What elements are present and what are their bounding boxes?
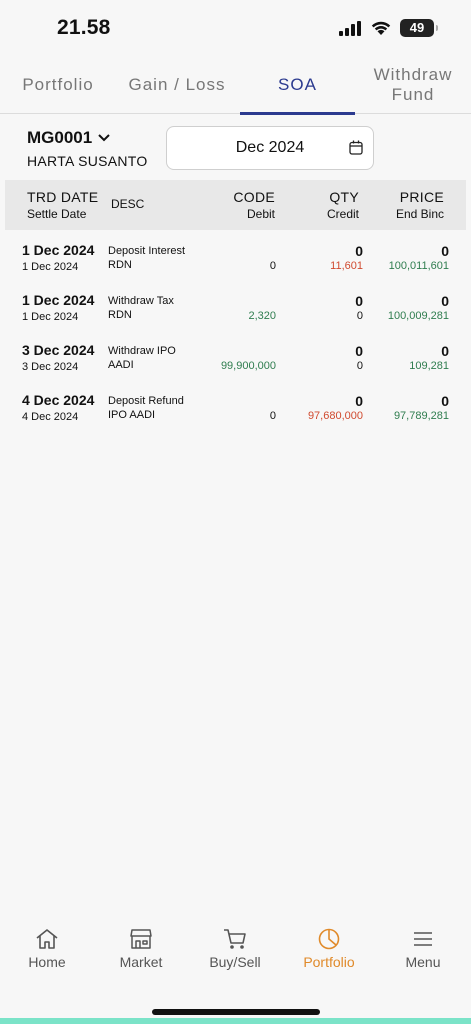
settle-date: 4 Dec 2024 xyxy=(22,411,79,423)
table-row[interactable]: 1 Dec 2024 1 Dec 2024 Withdraw Tax RDN 2,320… xyxy=(0,290,471,340)
date-filter[interactable]: Dec 2024 xyxy=(166,126,374,170)
tab-portfolio[interactable]: Portfolio xyxy=(10,56,106,113)
trd-date-cell: 3 Dec 2024 3 Dec 2024 xyxy=(22,342,94,373)
desc-line-1: Deposit Refund xyxy=(108,395,184,407)
tab-gain-loss[interactable]: Gain / Loss xyxy=(122,56,232,113)
end-balance-value: 100,009,281 xyxy=(387,310,449,322)
nav-portfolio[interactable]: Portfolio xyxy=(282,918,376,978)
pie-chart-icon xyxy=(318,928,340,950)
chevron-down-icon xyxy=(98,134,110,142)
account-code: MG0001 xyxy=(27,128,93,147)
tab-soa[interactable]: SOA xyxy=(240,56,355,115)
end-balance-value: 109,281 xyxy=(409,360,449,372)
qty-value: 0 xyxy=(355,293,363,309)
desc-cell: Withdraw IPO AADI xyxy=(108,344,176,372)
header-code: CODE Debit xyxy=(233,189,275,221)
price-value: 0 xyxy=(441,343,449,359)
nav-buy-sell[interactable]: Buy/Sell xyxy=(188,918,282,978)
debit-value: 2,320 xyxy=(248,310,276,322)
tab-bar: Portfolio Gain / Loss SOA Withdraw Fund xyxy=(0,56,471,115)
nav-home[interactable]: Home xyxy=(0,918,94,978)
price-value: 0 xyxy=(441,393,449,409)
header-price: PRICE End Binc xyxy=(395,189,444,221)
desc-line-1: Withdraw IPO xyxy=(108,345,176,357)
table-row[interactable]: 3 Dec 2024 3 Dec 2024 Withdraw IPO AADI 99,9… xyxy=(0,340,471,390)
desc-line-2: RDN xyxy=(108,259,132,271)
cart-icon xyxy=(224,929,246,949)
table-header: TRD DATE Settle Date DESC CODE Debit QTY… xyxy=(5,180,466,230)
trd-date: 3 Dec 2024 xyxy=(22,342,95,358)
table-row[interactable]: 4 Dec 2024 4 Dec 2024 Deposit Refund IPO AA… xyxy=(0,390,471,440)
desc-line-1: Withdraw Tax xyxy=(108,295,174,307)
desc-cell: Withdraw Tax RDN xyxy=(108,294,174,322)
account-name: HARTA SUSANTO xyxy=(27,153,148,169)
home-indicator xyxy=(152,1009,320,1015)
price-value: 0 xyxy=(441,293,449,309)
qty-value: 0 xyxy=(355,243,363,259)
calendar-icon xyxy=(349,140,363,155)
battery-level: 49 xyxy=(409,20,425,35)
wifi-icon xyxy=(371,21,391,35)
desc-line-2: IPO AADI xyxy=(108,409,156,421)
table-row[interactable]: 1 Dec 2024 1 Dec 2024 Deposit Interest RDN 0… xyxy=(0,240,471,290)
end-balance-value: 100,011,601 xyxy=(388,260,449,272)
desc-line-2: AADI xyxy=(108,359,134,371)
settle-date: 1 Dec 2024 xyxy=(22,261,79,273)
trd-date-cell: 1 Dec 2024 1 Dec 2024 xyxy=(22,292,94,323)
desc-line-2: RDN xyxy=(108,309,132,321)
qty-value: 0 xyxy=(355,393,363,409)
tab-withdraw-fund[interactable]: Withdraw Fund xyxy=(368,56,458,113)
settle-date: 1 Dec 2024 xyxy=(22,311,79,323)
qty-value: 0 xyxy=(355,343,363,359)
credit-value: 11,601 xyxy=(330,260,363,272)
debit-value: 0 xyxy=(269,260,276,272)
status-time: 21.58 xyxy=(57,16,111,39)
header-trd-date: TRD DATE Settle Date xyxy=(27,189,99,221)
end-balance-value: 97,789,281 xyxy=(393,410,449,422)
desc-cell: Deposit Interest RDN xyxy=(108,244,185,272)
settle-date: 3 Dec 2024 xyxy=(22,361,79,373)
market-icon xyxy=(130,929,152,949)
credit-value: 0 xyxy=(356,310,363,322)
nav-market[interactable]: Market xyxy=(94,918,188,978)
bottom-nav: Home Market Buy/Sell Portfolio Menu xyxy=(0,918,471,988)
desc-line-1: Deposit Interest xyxy=(108,245,186,257)
trd-date-cell: 4 Dec 2024 4 Dec 2024 xyxy=(22,392,94,423)
header-qty: QTY Credit xyxy=(326,189,359,221)
trd-date: 4 Dec 2024 xyxy=(22,392,95,408)
bottom-strip xyxy=(0,1018,471,1024)
price-value: 0 xyxy=(441,243,449,259)
header-desc: DESC xyxy=(111,197,145,211)
account-selector[interactable]: MG0001 HARTA SUSANTO xyxy=(27,128,148,169)
trd-date: 1 Dec 2024 xyxy=(22,292,95,308)
cellular-signal-icon xyxy=(339,21,361,36)
home-icon xyxy=(36,929,58,949)
trd-date-cell: 1 Dec 2024 1 Dec 2024 xyxy=(22,242,94,273)
nav-menu[interactable]: Menu xyxy=(376,918,470,978)
hamburger-icon xyxy=(414,932,432,946)
credit-value: 97,680,000 xyxy=(307,410,363,422)
status-bar: 21.58 49 xyxy=(0,0,471,56)
debit-value: 99,900,000 xyxy=(220,360,276,372)
battery-icon: 49 xyxy=(400,19,438,37)
date-filter-value: Dec 2024 xyxy=(235,139,305,156)
credit-value: 0 xyxy=(356,360,363,372)
desc-cell: Deposit Refund IPO AADI xyxy=(108,394,184,422)
debit-value: 0 xyxy=(269,410,276,422)
trd-date: 1 Dec 2024 xyxy=(22,242,95,258)
